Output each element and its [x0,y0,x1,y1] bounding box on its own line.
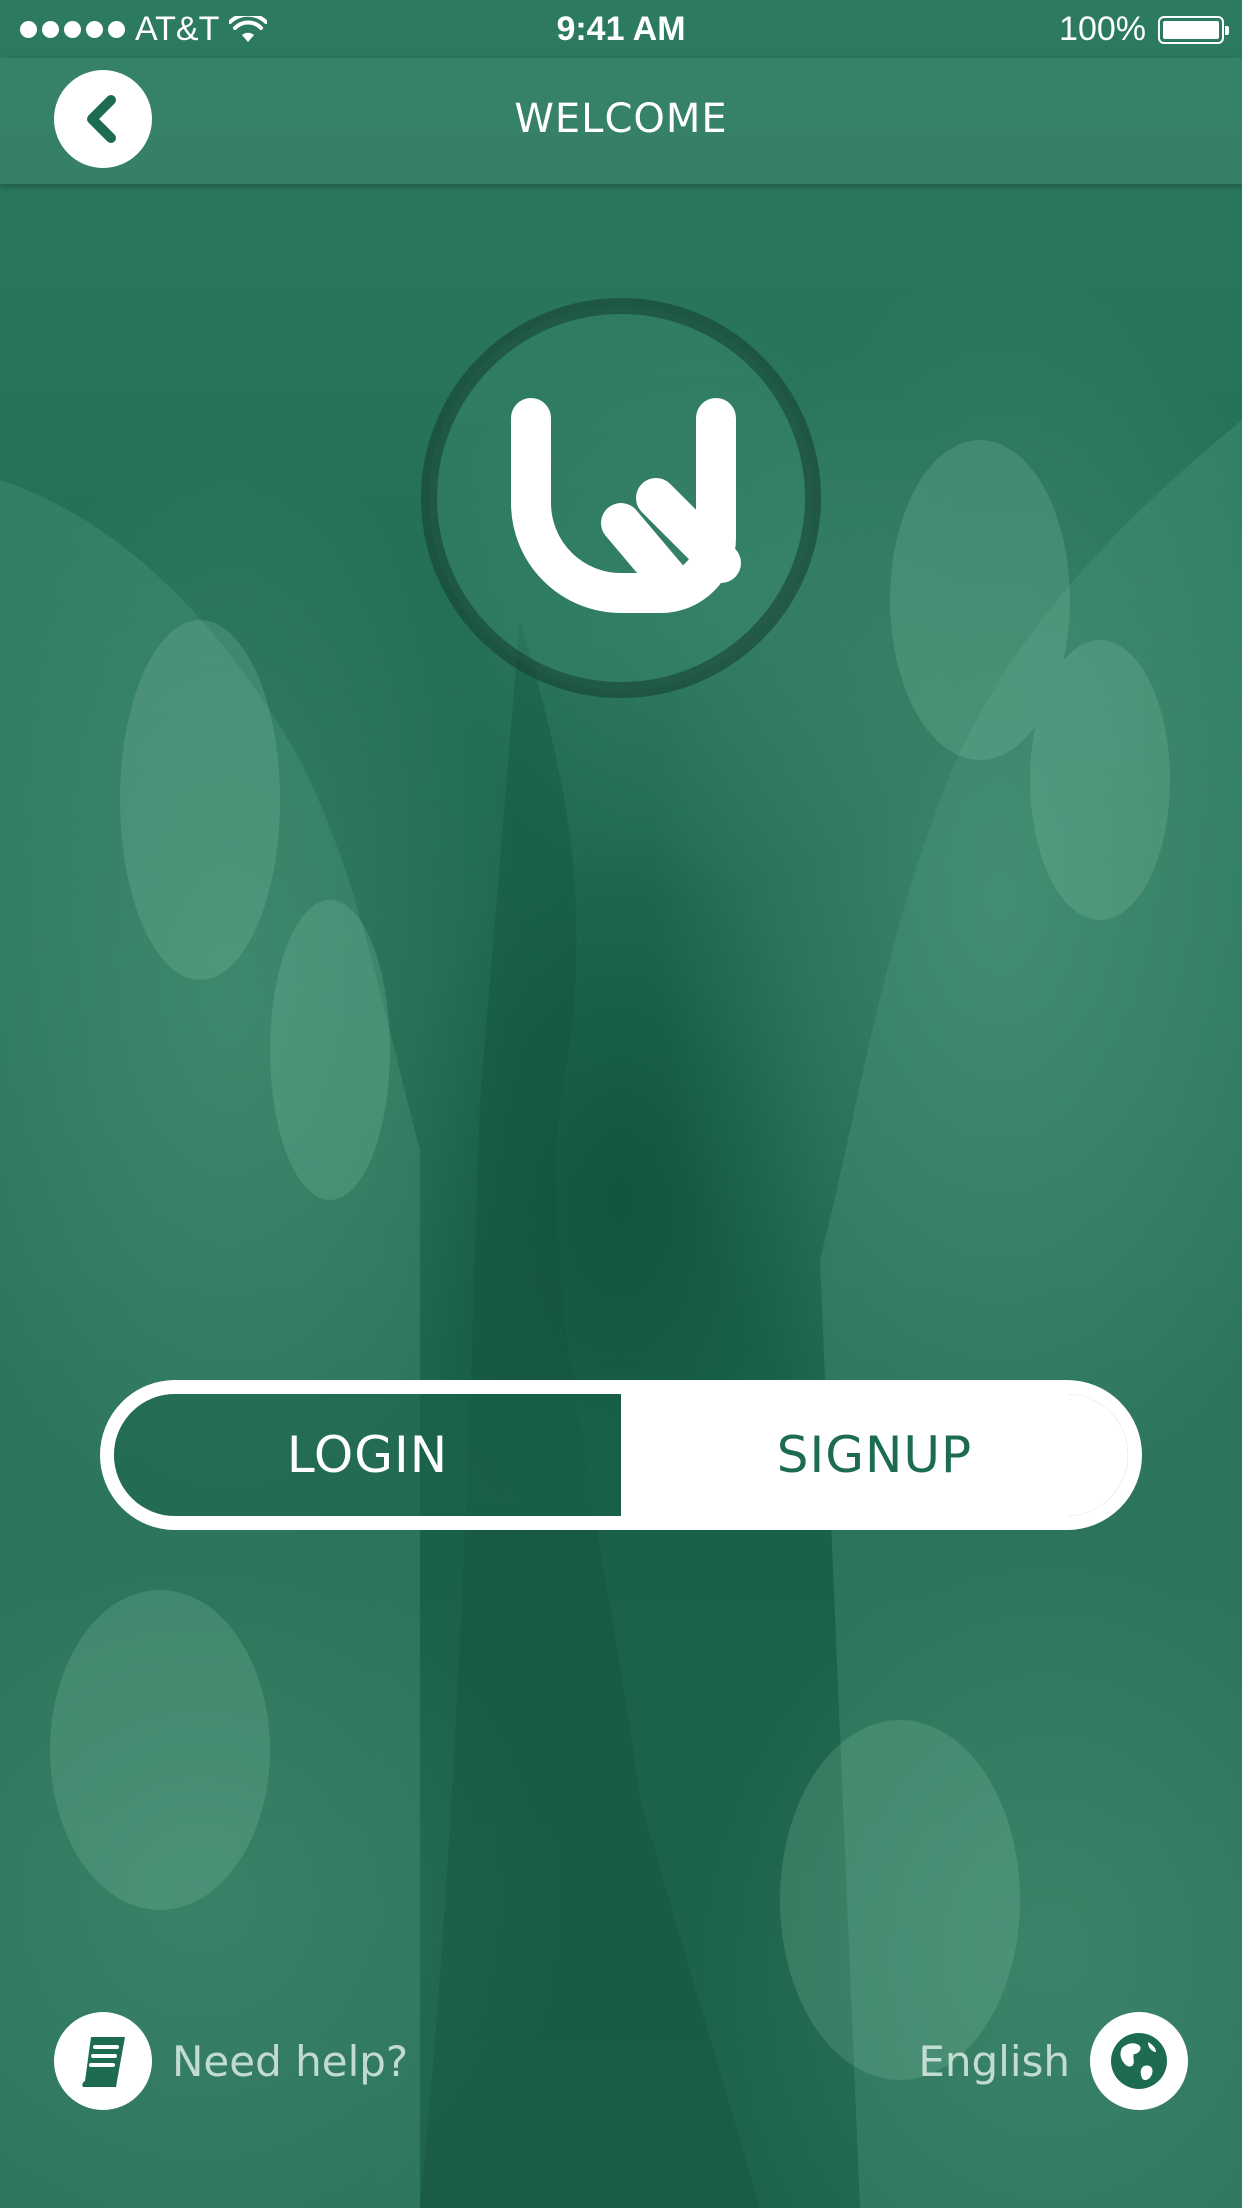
signup-button[interactable]: SIGNUP [621,1394,1128,1516]
language-icon-button[interactable] [1090,2012,1188,2110]
globe-icon [1111,2033,1167,2089]
language-selector[interactable]: English [918,2012,1188,2110]
battery-icon [1158,15,1229,44]
language-label: English [918,2036,1070,2086]
help-icon-button[interactable] [54,2012,152,2110]
auth-segmented-control: LOGIN SIGNUP [100,1380,1142,1530]
battery-percent: 100% [1059,10,1146,48]
nav-bar: WELCOME [0,58,1242,184]
app-logo [411,288,831,708]
help-label: Need help? [172,2036,409,2086]
status-right: 100% [1059,10,1229,49]
login-button[interactable]: LOGIN [114,1394,621,1516]
page-title: WELCOME [514,96,728,142]
status-time: 9:41 AM [556,10,686,48]
status-bar: AT&T 9:41 AM 100% [0,0,1242,58]
book-icon [82,2037,125,2087]
battery-fill [1163,20,1219,39]
help-link[interactable]: Need help? [54,2012,408,2110]
